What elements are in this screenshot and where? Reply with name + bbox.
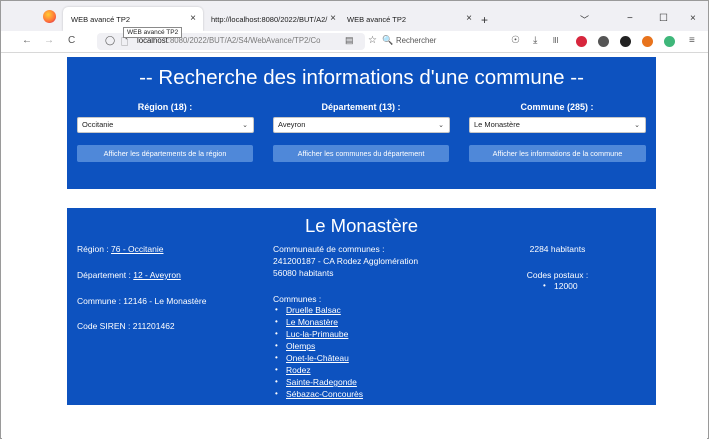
commune-list-item[interactable]: Rodez: [286, 365, 311, 376]
cc-population: 56080 habitants: [273, 268, 334, 278]
cc-name: 241200187 - CA Rodez Agglomération: [273, 256, 419, 266]
extension-orange-icon[interactable]: [642, 36, 653, 47]
commune-list-item[interactable]: Sébazac-Concourès: [286, 389, 363, 400]
postal-code-item: 12000: [554, 281, 578, 291]
pocket-icon[interactable]: ☉: [511, 35, 520, 46]
commune-list-item[interactable]: Luc-la-Primaube: [286, 329, 348, 340]
minimize-icon[interactable]: −: [627, 13, 633, 24]
departement-select[interactable]: Aveyron ⌄: [273, 117, 450, 133]
list-bullet: •: [275, 377, 278, 386]
firefox-icon: [43, 10, 56, 23]
siren-info: Code SIREN : 211201462: [77, 321, 175, 331]
commune-list-item[interactable]: Olemps: [286, 341, 315, 352]
communes-label: Communes :: [273, 294, 322, 304]
menu-icon[interactable]: ≡: [689, 35, 695, 46]
tab-web-avance-2[interactable]: WEB avancé TP2 ×: [339, 7, 479, 31]
list-bullet: •: [275, 341, 278, 350]
show-communes-button[interactable]: Afficher les communes du département: [273, 145, 449, 162]
close-icon[interactable]: ×: [190, 13, 196, 24]
commune-list-item[interactable]: Sainte-Radegonde: [286, 377, 357, 388]
tab-title: WEB avancé TP2: [347, 14, 407, 24]
tab-localhost[interactable]: http://localhost:8080/2022/BUT/A2/ ×: [203, 7, 343, 31]
close-icon[interactable]: ×: [466, 13, 472, 24]
commune-population: 2284 habitants: [529, 244, 586, 254]
commune-title: Le Monastère: [304, 215, 419, 236]
list-bullet: •: [275, 317, 278, 326]
departement-info: Département : 12 - Aveyron: [77, 270, 181, 281]
url-path: :8080/2022/BUT/A2/S4/WebAvance/TP2/Co: [167, 36, 321, 45]
show-departements-button[interactable]: Afficher les départements de la région: [77, 145, 253, 162]
list-bullet: •: [543, 281, 546, 290]
extension-mask-icon[interactable]: [598, 36, 609, 47]
reader-view-icon[interactable]: ▤: [345, 35, 354, 46]
reload-icon[interactable]: C: [68, 35, 75, 46]
window-close-icon[interactable]: ×: [690, 13, 696, 24]
commune-label: Commune (285) :: [520, 102, 594, 112]
page-viewport: -- Recherche des informations d'une comm…: [2, 54, 707, 439]
forward-icon[interactable]: →: [44, 35, 54, 46]
extension-stop-icon[interactable]: [576, 36, 587, 47]
show-commune-info-button[interactable]: Afficher les informations de la commune: [469, 145, 646, 162]
region-select[interactable]: Occitanie ⌄: [77, 117, 254, 133]
list-bullet: •: [275, 329, 278, 338]
chevron-down-icon: ⌄: [242, 122, 248, 129]
extension-dark-icon[interactable]: [620, 36, 631, 47]
departement-prefix: Département :: [77, 270, 134, 280]
list-bullet: •: [275, 353, 278, 362]
commune-code-info: Commune : 12146 - Le Monastère: [77, 296, 207, 306]
tab-tooltip: WEB avancé TP2: [123, 27, 183, 38]
library-icon[interactable]: lll: [553, 36, 558, 45]
list-bullet: •: [275, 365, 278, 374]
commune-list-item[interactable]: Le Monastère: [286, 317, 338, 328]
browser-window: WEB avancé TP2 × http://localhost:8080/2…: [0, 0, 709, 439]
close-icon[interactable]: ×: [330, 13, 336, 24]
shield-icon[interactable]: ◯: [105, 35, 115, 46]
region-link[interactable]: 76 - Occitanie: [111, 244, 163, 254]
back-icon[interactable]: ←: [22, 35, 32, 46]
nav-bar: ← → C ◯ 🗋 localhost:8080/2022/BUT/A2/S4/…: [1, 31, 708, 53]
search-icon: 🔍: [382, 35, 394, 45]
search-placeholder: Rechercher: [396, 36, 437, 45]
page-title: -- Recherche des informations d'une comm…: [139, 66, 584, 89]
list-bullet: •: [275, 389, 278, 398]
search-input[interactable]: 🔍 Rechercher: [378, 33, 490, 50]
commune-select[interactable]: Le Monastère ⌄: [469, 117, 646, 133]
departement-selected-value: Aveyron: [278, 120, 306, 129]
region-selected-value: Occitanie: [82, 120, 114, 129]
extension-puzzle-icon[interactable]: [664, 36, 675, 47]
commune-info-panel: Le Monastère Région : 76 - Occitanie Dép…: [67, 208, 656, 405]
region-label: Région (18) :: [137, 102, 193, 112]
chevron-down-icon: ⌄: [634, 122, 640, 129]
commune-list-item[interactable]: Druelle Balsac: [286, 305, 341, 316]
region-prefix: Région :: [77, 244, 112, 254]
tab-title: WEB avancé TP2: [71, 14, 131, 24]
commune-list-item[interactable]: Onet-le-Château: [286, 353, 349, 364]
region-info: Région : 76 - Occitanie: [77, 244, 163, 255]
postal-codes-label: Codes postaux :: [526, 270, 589, 280]
maximize-icon[interactable]: ☐: [659, 13, 668, 24]
chevron-down-icon: ⌄: [438, 122, 444, 129]
list-bullet: •: [275, 305, 278, 314]
bookmark-star-icon[interactable]: ☆: [368, 35, 377, 46]
departement-link[interactable]: 12 - Aveyron: [133, 270, 181, 280]
tab-title: http://localhost:8080/2022/BUT/A2/: [211, 14, 328, 24]
download-icon[interactable]: ⤓: [533, 35, 537, 46]
search-panel: -- Recherche des informations d'une comm…: [67, 57, 656, 189]
new-tab-button[interactable]: +: [481, 13, 488, 27]
cc-label: Communauté de communes :: [273, 244, 385, 254]
list-tabs-icon[interactable]: ﹀: [580, 13, 589, 26]
tab-strip: WEB avancé TP2 × http://localhost:8080/2…: [1, 1, 708, 31]
departement-label: Département (13) :: [321, 102, 401, 112]
commune-selected-value: Le Monastère: [474, 120, 520, 129]
